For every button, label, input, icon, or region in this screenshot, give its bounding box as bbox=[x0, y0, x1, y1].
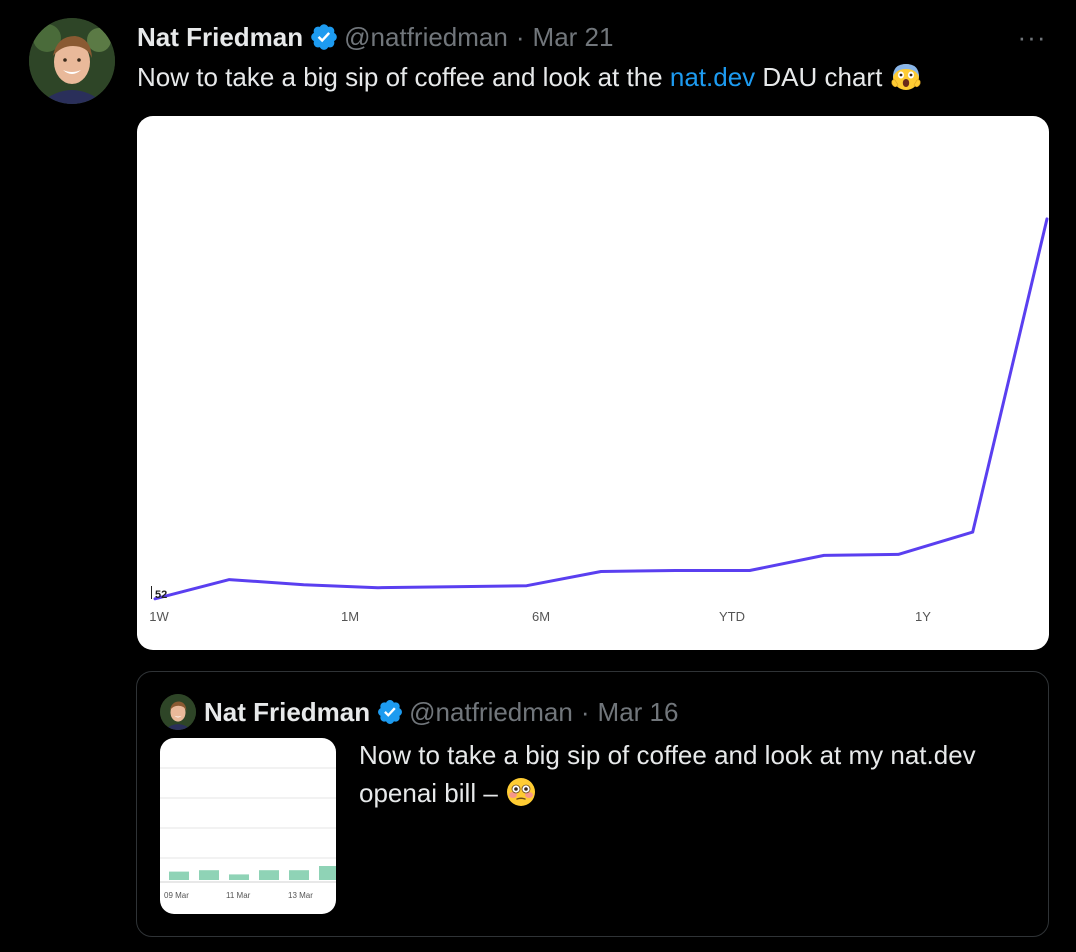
tweet-text-before: Now to take a big sip of coffee and look… bbox=[137, 62, 670, 92]
thumb-bar bbox=[169, 871, 189, 880]
quoted-author-name: Nat Friedman bbox=[204, 696, 371, 727]
flushed-face-icon bbox=[505, 776, 537, 818]
start-value-label: 52 bbox=[155, 589, 167, 601]
thumb-bar bbox=[259, 870, 279, 880]
quoted-author-handle: @natfriedman bbox=[409, 696, 573, 727]
author-handle[interactable]: @natfriedman bbox=[344, 20, 508, 54]
tweet-header: Nat Friedman @natfriedman · Mar 21 bbox=[137, 20, 613, 54]
thumb-tick-label: 11 Mar bbox=[226, 891, 251, 900]
x-tick-label: YTD bbox=[719, 609, 745, 624]
avatar-image bbox=[29, 18, 115, 104]
quoted-avatar[interactable] bbox=[160, 694, 196, 730]
more-options-icon[interactable]: ··· bbox=[1014, 24, 1050, 52]
author-name[interactable]: Nat Friedman bbox=[137, 20, 303, 54]
tweet-text-after: DAU chart bbox=[755, 62, 890, 92]
thumb-bar bbox=[199, 870, 219, 880]
thumb-bar bbox=[229, 874, 249, 880]
x-tick-label: 6M bbox=[532, 609, 550, 624]
x-tick-label: 1W bbox=[149, 609, 169, 624]
quoted-tweet-text: Now to take a big sip of coffee and look… bbox=[359, 736, 1039, 818]
quoted-tweet[interactable]: Nat Friedman @natfriedman · Mar 16 09 Ma… bbox=[136, 671, 1049, 937]
dau-series-line bbox=[153, 217, 1049, 601]
quoted-avatar-image bbox=[160, 694, 196, 730]
quoted-tweet-date: Mar 16 bbox=[597, 696, 679, 727]
face-screaming-in-fear-icon bbox=[890, 60, 922, 100]
quoted-text-body: Now to take a big sip of coffee and look… bbox=[359, 740, 976, 808]
thumb-tick-label: 13 Mar bbox=[288, 891, 313, 900]
quoted-verified-badge-icon bbox=[376, 698, 404, 726]
x-tick-label: 1M bbox=[341, 609, 359, 624]
x-tick-label: 1Y bbox=[915, 609, 931, 624]
quoted-thumbnail-image: 09 Mar 11 Mar 13 Mar bbox=[160, 738, 336, 914]
quoted-thumbnail-chart: 09 Mar 11 Mar 13 Mar bbox=[160, 767, 336, 900]
tweet-link[interactable]: nat.dev bbox=[670, 62, 755, 92]
quoted-header-separator: · bbox=[580, 696, 590, 727]
quoted-tweet-header: Nat Friedman @natfriedman · Mar 16 bbox=[160, 694, 678, 730]
thumb-tick-label: 09 Mar bbox=[164, 891, 189, 900]
thumb-bar bbox=[319, 866, 336, 880]
thumb-bar bbox=[289, 870, 309, 880]
chart-image[interactable]: 52 1W 1M 6M YTD 1Y bbox=[137, 116, 1049, 650]
avatar[interactable] bbox=[29, 18, 115, 104]
verified-badge-icon[interactable] bbox=[309, 22, 339, 52]
tweet-text: Now to take a big sip of coffee and look… bbox=[137, 60, 922, 100]
header-separator: · bbox=[515, 22, 525, 52]
dau-line-chart: 52 1W 1M 6M YTD 1Y bbox=[149, 217, 1049, 624]
tweet-date[interactable]: Mar 21 bbox=[533, 20, 614, 54]
